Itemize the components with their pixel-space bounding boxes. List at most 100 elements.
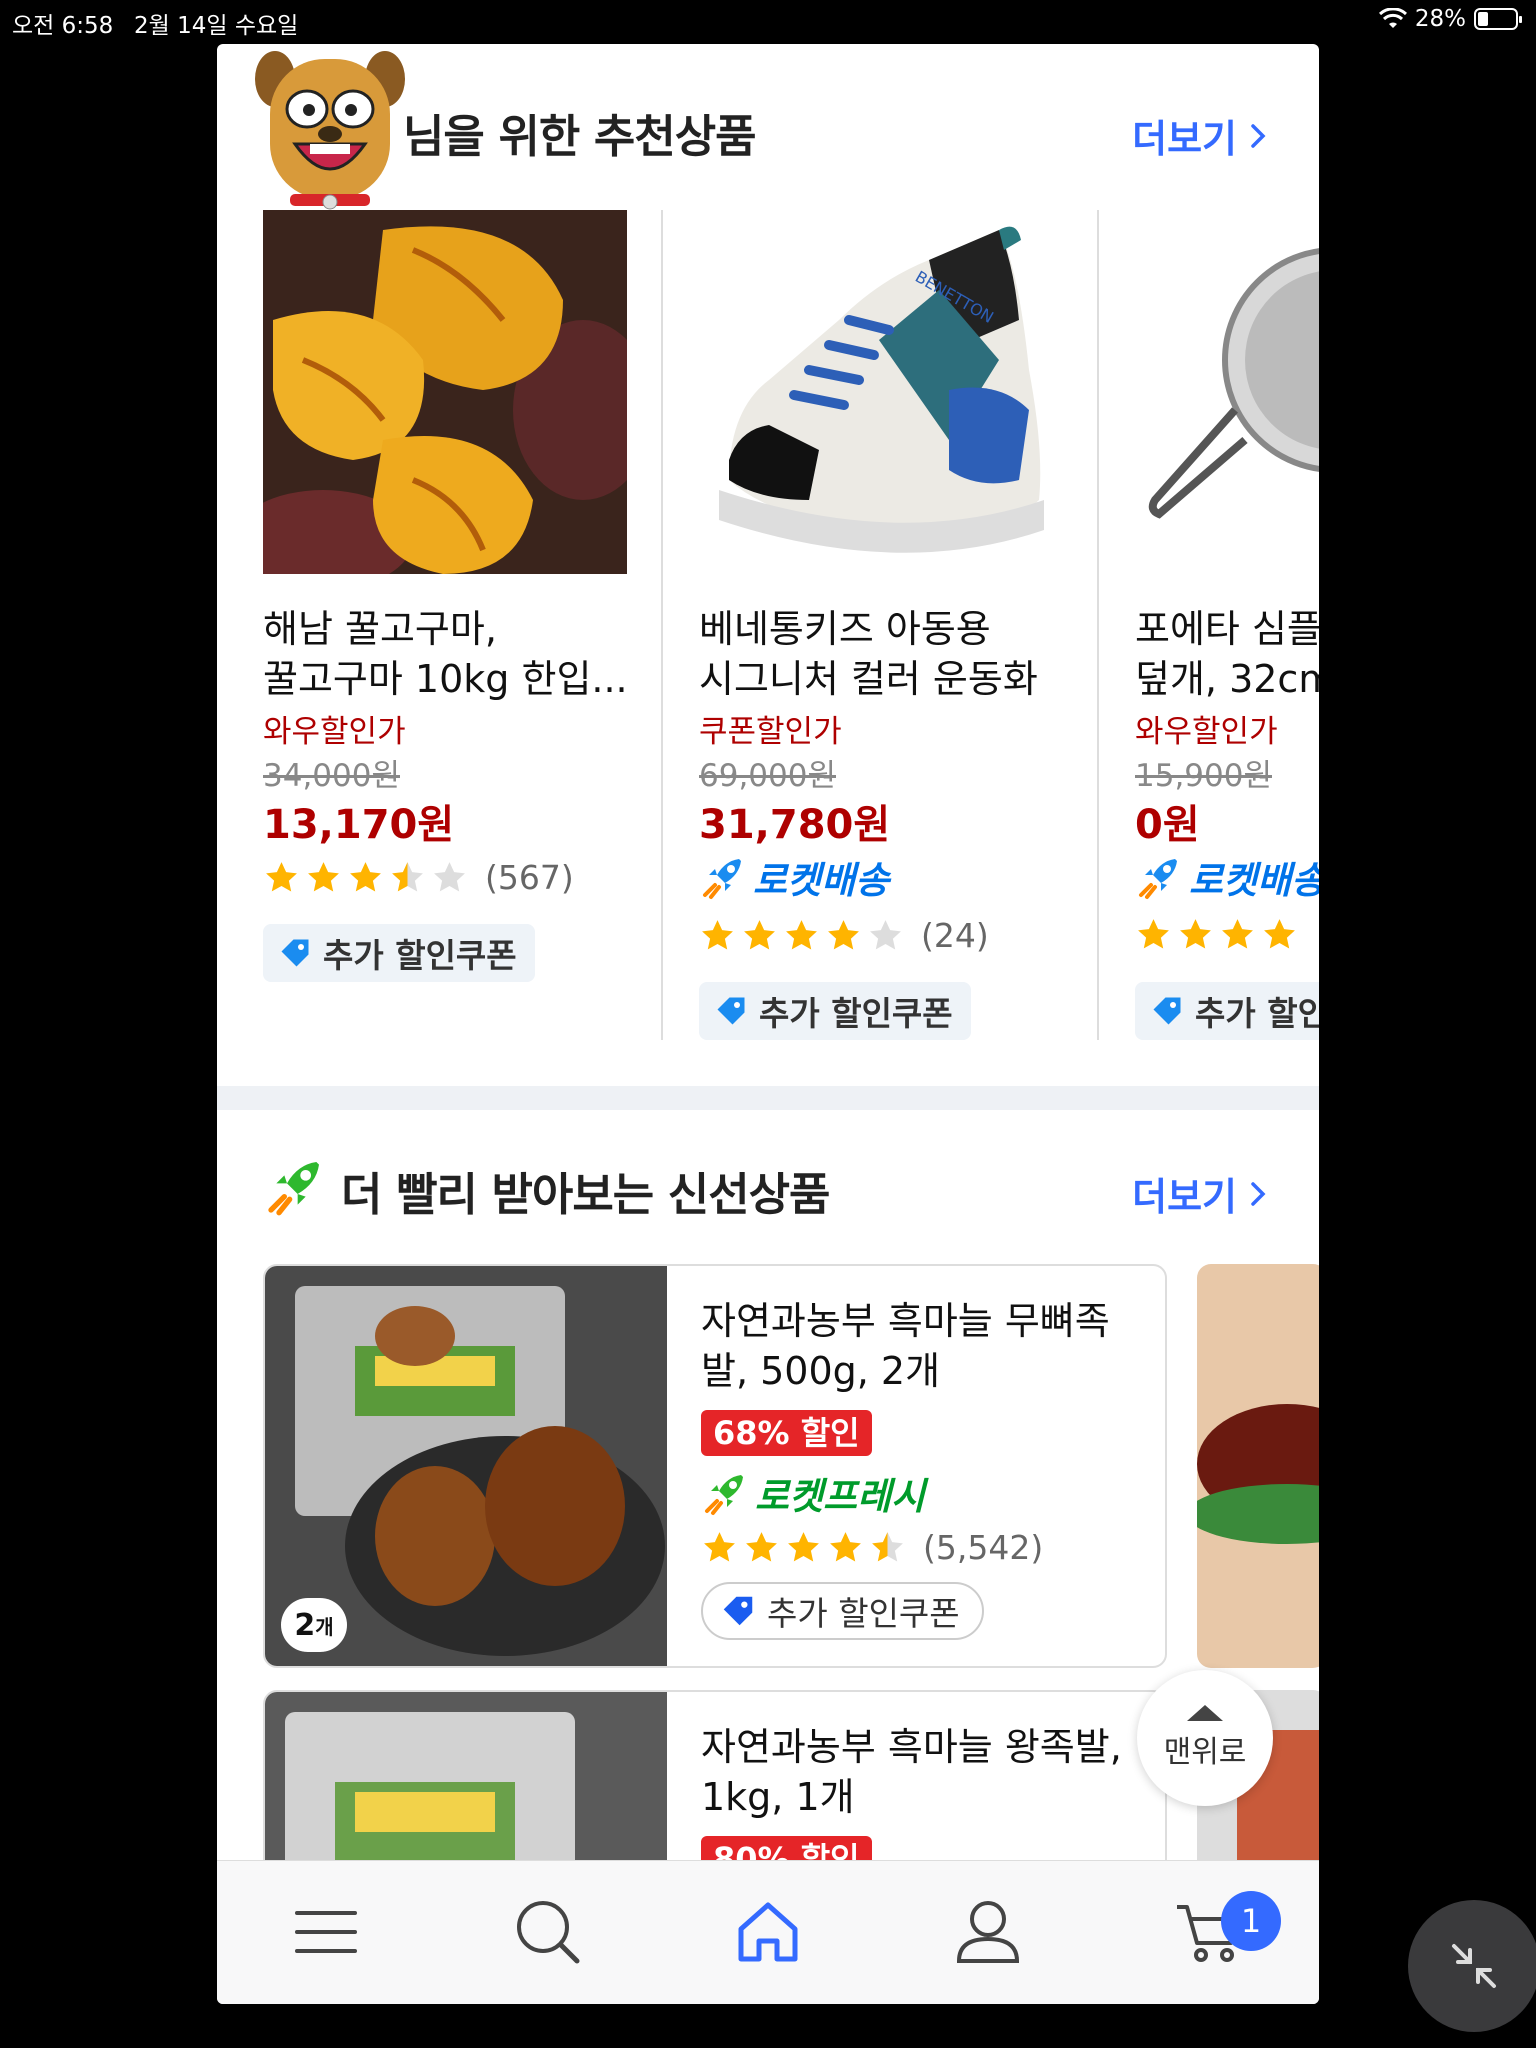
product-image-jokbal-large bbox=[265, 1692, 667, 1860]
discount-label: 와우할인가 bbox=[263, 714, 406, 750]
more-label: 더보기 bbox=[1132, 1175, 1237, 1219]
coupon-badge[interactable]: 추가 할인 bbox=[1135, 982, 1319, 1040]
product-name: 해남 꿀고구마, 꿀고구마 10kg 한입... bbox=[263, 607, 628, 701]
collapse-arrows-icon bbox=[1452, 1944, 1496, 1988]
star-full-icon bbox=[744, 920, 775, 950]
coupon-label: 추가 할인쿠폰 bbox=[759, 994, 953, 1033]
star-full-icon bbox=[786, 920, 817, 950]
review-count: (24) bbox=[921, 916, 989, 955]
rocket-icon bbox=[703, 859, 741, 899]
tag-icon bbox=[717, 997, 745, 1025]
star-full-icon bbox=[1264, 919, 1295, 949]
sale-price: 0원 bbox=[1135, 802, 1200, 848]
status-date: 2월 14일 수요일 bbox=[134, 13, 299, 39]
star-full-icon bbox=[350, 862, 381, 892]
coupon-badge[interactable]: 추가 할인쿠폰 bbox=[701, 1582, 984, 1640]
rating-stars: (5,542) bbox=[701, 1528, 1043, 1567]
rocket-delivery-label: 로켓배송 bbox=[1189, 859, 1319, 902]
product-image-peek bbox=[1197, 1264, 1319, 1668]
quantity-badge: 2개 bbox=[281, 1598, 347, 1652]
product-card[interactable]: BENETTON 베네통키즈 아동용 시그니처 컬러 운동화 쿠폰할인가 69,0… bbox=[699, 210, 1119, 1040]
original-price: 34,000원 bbox=[263, 758, 400, 794]
status-right: 28% bbox=[1378, 6, 1522, 32]
fresh-more-link[interactable]: 더보기 bbox=[1132, 1166, 1271, 1221]
discount-badge: 68% 할인 bbox=[701, 1410, 872, 1456]
star-full-icon bbox=[702, 920, 733, 950]
more-label: 더보기 bbox=[1132, 117, 1237, 161]
review-count: (5,542) bbox=[923, 1528, 1044, 1567]
discount-label: 쿠폰할인가 bbox=[699, 714, 842, 750]
exit-fullscreen-button[interactable] bbox=[1408, 1900, 1536, 2032]
fresh-product-card-peek[interactable] bbox=[1197, 1264, 1319, 1668]
star-full-icon bbox=[266, 862, 297, 892]
fresh-product-card[interactable]: 자연과농부 흑마늘 왕족발, 1kg, 1개 80% 할인 bbox=[263, 1690, 1167, 1860]
discount-badge: 80% 할인 bbox=[701, 1836, 872, 1860]
coupon-badge[interactable]: 추가 할인쿠폰 bbox=[263, 924, 535, 982]
tag-icon bbox=[1153, 997, 1181, 1025]
card-divider bbox=[1097, 210, 1099, 1040]
coupon-label: 추가 할인쿠폰 bbox=[323, 936, 517, 975]
recommend-more-link[interactable]: 더보기 bbox=[1132, 108, 1271, 163]
product-card[interactable]: 해남 꿀고구마, 꿀고구마 10kg 한입... 와우할인가 34,000원 13… bbox=[263, 210, 683, 1040]
menu-icon[interactable] bbox=[291, 1897, 361, 1967]
star-full-icon bbox=[308, 862, 339, 892]
chevron-right-icon bbox=[1251, 123, 1266, 148]
green-rocket-icon bbox=[268, 1162, 319, 1216]
rating-stars bbox=[1135, 916, 1298, 953]
product-name: 자연과농부 흑마늘 무뼈족발, 500g, 2개 bbox=[701, 1299, 1110, 1393]
star-half-icon bbox=[392, 862, 423, 892]
product-name: 자연과농부 흑마늘 왕족발, 1kg, 1개 bbox=[701, 1725, 1122, 1819]
bottom-navigation: 1 bbox=[217, 1860, 1319, 2004]
home-icon[interactable] bbox=[733, 1897, 803, 1967]
app-window: 님을 위한 추천상품 더보기 해남 꿀고구마, 꿀고구마 10kg 한입... … bbox=[217, 44, 1319, 2004]
profile-icon[interactable] bbox=[953, 1897, 1023, 1967]
product-card[interactable]: 포에타 심플 덮개, 32cm 와우할인가 15,900원 0원 로켓배송 추가 … bbox=[1135, 210, 1319, 1040]
original-price: 15,900원 bbox=[1135, 758, 1272, 794]
main-scroll[interactable]: 님을 위한 추천상품 더보기 해남 꿀고구마, 꿀고구마 10kg 한입... … bbox=[217, 44, 1319, 1860]
star-empty-icon bbox=[870, 920, 901, 950]
status-time: 오전 6:58 bbox=[12, 13, 114, 39]
star-full-icon bbox=[704, 1532, 735, 1562]
coupon-label: 추가 할인쿠폰 bbox=[767, 1594, 960, 1633]
rating-stars: (567) bbox=[263, 858, 574, 897]
product-name: 포에타 심플 덮개, 32cm bbox=[1135, 607, 1319, 701]
tag-icon bbox=[281, 939, 309, 967]
fresh-product-card[interactable]: 2개 자연과농부 흑마늘 무뼈족발, 500g, 2개 68% 할인 로켓프레시… bbox=[263, 1264, 1167, 1668]
rocket-delivery-badge: 로켓배송 bbox=[699, 850, 889, 904]
battery-percent: 28% bbox=[1414, 6, 1466, 32]
green-rocket-icon bbox=[705, 1475, 743, 1515]
star-empty-icon bbox=[434, 862, 465, 892]
coupon-badge[interactable]: 추가 할인쿠폰 bbox=[699, 982, 971, 1040]
product-image-strainer bbox=[1135, 210, 1319, 574]
review-count: (567) bbox=[485, 858, 574, 897]
scroll-to-top-label: 맨위로 bbox=[1163, 1735, 1247, 1770]
discount-label: 와우할인가 bbox=[1135, 714, 1278, 750]
mascot-dog-icon bbox=[255, 51, 405, 210]
rocket-icon bbox=[1139, 859, 1177, 899]
sale-price: 13,170원 bbox=[263, 802, 455, 848]
card-divider bbox=[661, 210, 663, 1040]
star-half-icon bbox=[872, 1532, 903, 1562]
arrow-up-icon bbox=[1187, 1705, 1223, 1721]
star-full-icon bbox=[1180, 919, 1211, 949]
rocket-fresh-label: 로켓프레시 bbox=[755, 1475, 926, 1518]
product-image-sweet-potato bbox=[263, 210, 627, 574]
star-full-icon bbox=[788, 1532, 819, 1562]
search-icon[interactable] bbox=[513, 1897, 583, 1967]
fresh-title: 더 빨리 받아보는 신선상품 bbox=[341, 1168, 830, 1221]
product-image-sneaker: BENETTON bbox=[699, 210, 1063, 574]
rating-stars: (24) bbox=[699, 916, 989, 955]
star-full-icon bbox=[1222, 919, 1253, 949]
fresh-header: 더 빨리 받아보는 신선상품 더보기 bbox=[217, 1154, 1319, 1234]
star-full-icon bbox=[830, 1532, 861, 1562]
star-full-icon bbox=[746, 1532, 777, 1562]
section-separator bbox=[217, 1086, 1319, 1110]
rocket-fresh-badge: 로켓프레시 bbox=[701, 1466, 925, 1520]
scroll-to-top-button[interactable]: 맨위로 bbox=[1137, 1670, 1273, 1806]
chevron-right-icon bbox=[1251, 1181, 1266, 1206]
status-bar: 오전 6:58 2월 14일 수요일 28% bbox=[0, 0, 1536, 40]
cart-count-badge: 1 bbox=[1221, 1891, 1281, 1951]
star-full-icon bbox=[1138, 919, 1169, 949]
rocket-delivery-label: 로켓배송 bbox=[753, 859, 890, 902]
star-full-icon bbox=[828, 920, 859, 950]
